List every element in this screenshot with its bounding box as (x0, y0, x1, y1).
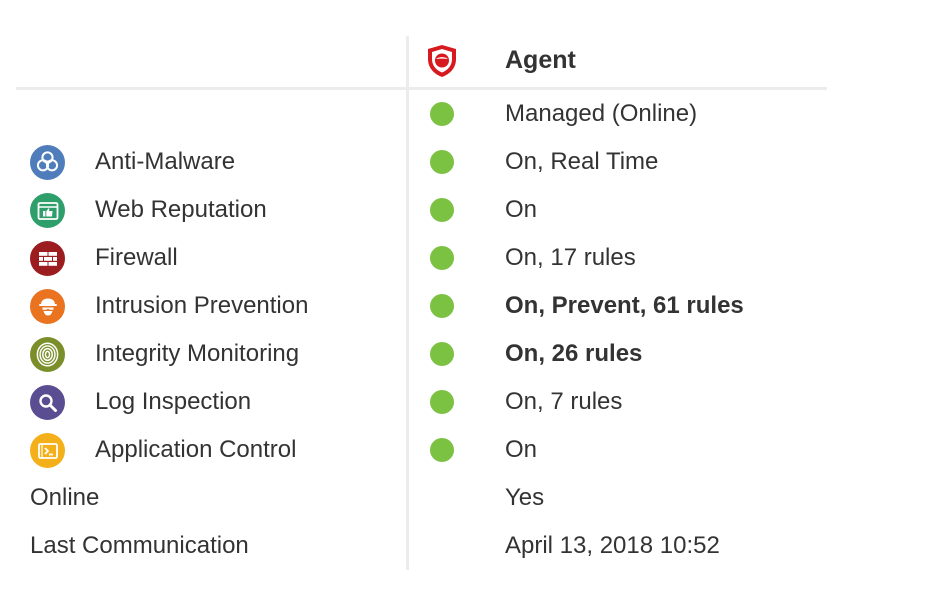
info-label: Last Communication (30, 532, 249, 559)
status-value: Managed (Online) (505, 100, 698, 127)
module-label: Integrity Monitoring (95, 340, 300, 367)
module-value: On, Prevent, 61 rules (505, 292, 744, 319)
thumbs-up-browser-icon (30, 193, 65, 228)
module-value: On, 17 rules (505, 244, 636, 271)
info-row-last-communication: Last Communication April 13, 2018 10:52 (0, 522, 948, 570)
module-label: Log Inspection (95, 388, 252, 415)
magnifier-icon (30, 385, 65, 420)
module-row-intrusion-prevention: Intrusion Prevention On, Prevent, 61 rul… (0, 282, 948, 330)
module-row-web-reputation: Web Reputation On (0, 186, 948, 234)
module-label: Application Control (95, 436, 297, 463)
status-dot (430, 198, 454, 222)
module-value: On (505, 196, 538, 223)
module-row-firewall: Firewall On, 17 rules (0, 234, 948, 282)
module-row-anti-malware: Anti-Malware On, Real Time (0, 138, 948, 186)
status-dot (430, 342, 454, 366)
status-dot (430, 246, 454, 270)
status-row: Managed (Online) (0, 90, 948, 138)
info-label: Online (30, 484, 100, 511)
biohazard-icon (30, 145, 65, 180)
module-row-application-control: Application Control On (0, 426, 948, 474)
brick-wall-icon (30, 241, 65, 276)
fingerprint-icon (30, 337, 65, 372)
module-row-log-inspection: Log Inspection On, 7 rules (0, 378, 948, 426)
status-dot (430, 294, 454, 318)
module-value: On, Real Time (505, 148, 659, 175)
info-value: Yes (505, 484, 545, 511)
status-dot (430, 150, 454, 174)
intruder-mask-icon (30, 289, 65, 324)
module-label: Anti-Malware (95, 148, 236, 175)
trend-micro-shield-icon (426, 44, 458, 78)
terminal-window-icon (30, 433, 65, 468)
module-value: On, 7 rules (505, 388, 623, 415)
module-value: On (505, 436, 538, 463)
module-value: On, 26 rules (505, 340, 643, 367)
module-label: Firewall (95, 244, 178, 271)
agent-column-header: Agent (505, 46, 576, 74)
info-value: April 13, 2018 10:52 (505, 532, 720, 559)
info-row-online: Online Yes (0, 474, 948, 522)
module-row-integrity-monitoring: Integrity Monitoring On, 26 rules (0, 330, 948, 378)
module-label: Intrusion Prevention (95, 292, 309, 319)
status-dot (430, 102, 454, 126)
status-dot (430, 438, 454, 462)
module-label: Web Reputation (95, 196, 267, 223)
status-dot (430, 390, 454, 414)
